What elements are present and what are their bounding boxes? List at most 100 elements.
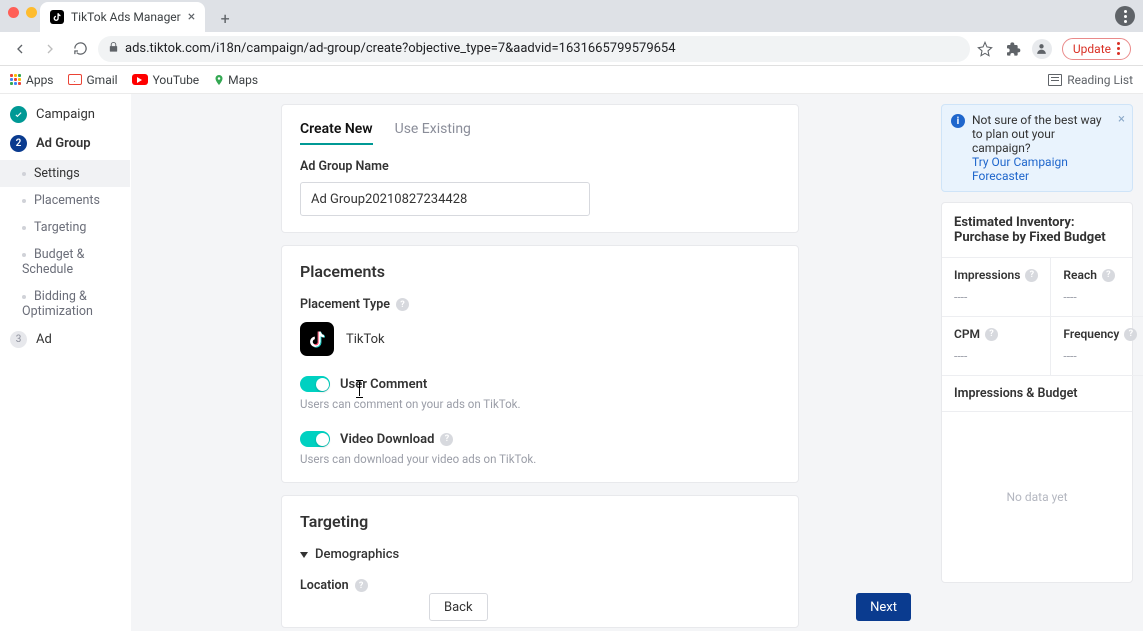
- metric-cpm-label: CPM: [954, 327, 980, 341]
- placement-tiktok-row: TikTok: [300, 322, 780, 356]
- user-comment-desc: Users can comment on your ads on TikTok.: [300, 397, 780, 411]
- window-minimize-traffic[interactable]: [26, 7, 37, 18]
- substep-placements[interactable]: Placements: [0, 187, 130, 214]
- browser-tab[interactable]: TikTok Ads Manager ×: [40, 2, 205, 32]
- forward-button[interactable]: [38, 37, 62, 61]
- step-campaign-label: Campaign: [36, 107, 95, 122]
- notice-text: Not sure of the best way to plan out you…: [972, 113, 1102, 155]
- targeting-title: Targeting: [300, 512, 780, 531]
- info-icon[interactable]: ?: [355, 579, 368, 592]
- maps-label: Maps: [228, 73, 258, 87]
- apps-label: Apps: [26, 73, 54, 87]
- metric-reach-value: ----: [1063, 290, 1137, 304]
- demographics-label: Demographics: [315, 547, 399, 562]
- reload-button[interactable]: [68, 37, 92, 61]
- youtube-label: YouTube: [153, 73, 200, 87]
- reading-list-button[interactable]: Reading List: [1048, 73, 1133, 87]
- video-download-desc: Users can download your video ads on Tik…: [300, 452, 780, 466]
- user-comment-toggle[interactable]: [300, 376, 330, 392]
- info-icon[interactable]: ?: [985, 328, 998, 341]
- substep-bidding-optimization[interactable]: Bidding & Optimization: [0, 283, 130, 325]
- adgroup-name-label: Ad Group Name: [300, 159, 780, 174]
- no-data-text: No data yet: [942, 412, 1132, 582]
- step-number-icon: 3: [10, 331, 27, 348]
- step-ad[interactable]: 3 Ad: [0, 325, 130, 354]
- extensions-icon[interactable]: [1004, 40, 1022, 58]
- tab-use-existing[interactable]: Use Existing: [395, 121, 471, 145]
- address-bar[interactable]: ads.tiktok.com/i18n/campaign/ad-group/cr…: [98, 36, 970, 62]
- info-icon[interactable]: ?: [1102, 269, 1115, 282]
- forecaster-link[interactable]: Try Our Campaign Forecaster: [972, 155, 1068, 183]
- step-ad-label: Ad: [36, 332, 52, 347]
- tab-overflow-button[interactable]: [1115, 6, 1135, 26]
- youtube-icon: [132, 74, 148, 85]
- chevron-down-icon: [300, 552, 308, 558]
- youtube-bookmark[interactable]: YouTube: [132, 73, 200, 87]
- location-label: Location: [300, 578, 349, 593]
- window-close-traffic[interactable]: [8, 7, 19, 18]
- metric-reach-label: Reach: [1063, 268, 1096, 282]
- new-tab-button[interactable]: +: [211, 4, 239, 32]
- info-icon: i: [951, 114, 965, 128]
- maps-icon: [213, 73, 223, 87]
- back-button[interactable]: [8, 37, 32, 61]
- video-download-toggle[interactable]: [300, 431, 330, 447]
- tab-close-icon[interactable]: ×: [188, 10, 195, 24]
- gmail-bookmark[interactable]: Gmail: [68, 73, 118, 87]
- substep-settings[interactable]: Settings: [0, 160, 130, 187]
- placement-type-label: Placement Type: [300, 297, 390, 312]
- gmail-icon: [68, 74, 82, 85]
- user-comment-label: User Comment: [340, 377, 427, 392]
- next-button[interactable]: Next: [856, 593, 911, 621]
- reading-list-icon: [1048, 74, 1062, 86]
- targeting-card: Targeting Demographics Location ?: [281, 495, 799, 628]
- browser-tab-title: TikTok Ads Manager: [71, 10, 181, 24]
- reading-list-label: Reading List: [1067, 73, 1133, 87]
- wizard-sidebar: Campaign 2 Ad Group Settings Placements …: [0, 94, 131, 631]
- tiktok-favicon-icon: [50, 10, 64, 24]
- maps-bookmark[interactable]: Maps: [213, 73, 258, 87]
- browser-toolbar: ads.tiktok.com/i18n/campaign/ad-group/cr…: [0, 32, 1143, 66]
- lock-icon: [108, 41, 119, 56]
- video-download-label: Video Download: [340, 432, 434, 447]
- url-text: ads.tiktok.com/i18n/campaign/ad-group/cr…: [125, 41, 676, 56]
- forecaster-notice: i Not sure of the best way to plan out y…: [941, 104, 1133, 192]
- browser-update-button[interactable]: Update: [1062, 38, 1131, 60]
- notice-close-icon[interactable]: ×: [1118, 112, 1125, 127]
- apps-bookmark[interactable]: Apps: [10, 73, 54, 87]
- update-label: Update: [1073, 42, 1111, 56]
- step-adgroup-label: Ad Group: [36, 136, 91, 151]
- metric-frequency-value: ----: [1063, 349, 1137, 363]
- metric-impressions-value: ----: [954, 290, 1038, 304]
- substep-budget-schedule[interactable]: Budget & Schedule: [0, 241, 130, 283]
- metric-frequency-label: Frequency: [1063, 327, 1119, 341]
- inventory-card: Estimated Inventory: Purchase by Fixed B…: [941, 202, 1133, 583]
- metric-cpm-value: ----: [954, 349, 1038, 363]
- info-icon[interactable]: ?: [1124, 328, 1137, 341]
- substep-targeting[interactable]: Targeting: [0, 214, 130, 241]
- adgroup-name-card: Create New Use Existing Ad Group Name: [281, 104, 799, 233]
- profile-avatar-icon[interactable]: [1032, 39, 1052, 59]
- info-icon[interactable]: ?: [440, 433, 453, 446]
- placement-tiktok-label: TikTok: [346, 332, 385, 347]
- text-cursor-icon: [359, 382, 360, 396]
- metric-impressions-label: Impressions: [954, 268, 1020, 282]
- star-icon[interactable]: [976, 40, 994, 58]
- check-icon: [10, 106, 27, 123]
- impressions-budget-section[interactable]: Impressions & Budget: [942, 376, 1132, 412]
- step-adgroup[interactable]: 2 Ad Group: [0, 129, 130, 158]
- placements-card: Placements Placement Type ? TikTok: [281, 245, 799, 483]
- tab-create-new[interactable]: Create New: [300, 121, 373, 145]
- bookmarks-bar: Apps Gmail YouTube Maps Reading List: [0, 66, 1143, 94]
- adgroup-name-input[interactable]: [300, 182, 590, 216]
- tiktok-logo-icon: [300, 322, 334, 356]
- gmail-label: Gmail: [87, 73, 118, 87]
- demographics-toggle[interactable]: Demographics: [300, 547, 780, 562]
- inventory-title: Estimated Inventory: Purchase by Fixed B…: [942, 203, 1132, 258]
- kebab-icon: [1117, 42, 1120, 55]
- step-number-icon: 2: [10, 135, 27, 152]
- step-campaign[interactable]: Campaign: [0, 100, 130, 129]
- back-button[interactable]: Back: [429, 593, 488, 621]
- info-icon[interactable]: ?: [1025, 269, 1038, 282]
- info-icon[interactable]: ?: [396, 298, 409, 311]
